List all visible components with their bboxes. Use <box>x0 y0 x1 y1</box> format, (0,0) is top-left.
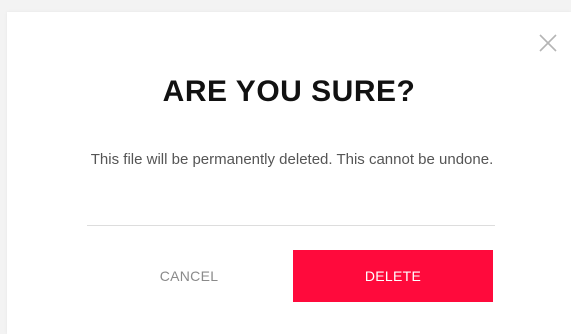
dialog-message: This file will be permanently deleted. T… <box>90 151 494 168</box>
close-button[interactable] <box>539 34 557 52</box>
confirm-delete-dialog: ARE YOU SURE? This file will be permanen… <box>7 12 571 334</box>
close-icon <box>539 34 557 52</box>
delete-button[interactable]: DELETE <box>293 250 493 302</box>
dialog-title: ARE YOU SURE? <box>162 75 416 108</box>
divider <box>87 225 495 226</box>
cancel-button[interactable]: CANCEL <box>89 250 289 302</box>
